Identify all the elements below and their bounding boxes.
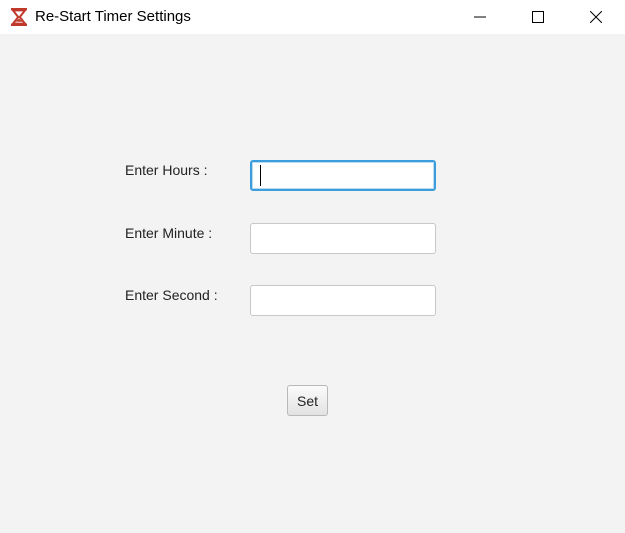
maximize-button[interactable] [509, 0, 567, 34]
close-icon [590, 11, 602, 23]
timer-settings-window: Re-Start Timer Settings Enter Hours : En… [0, 0, 625, 533]
minimize-button[interactable] [451, 0, 509, 34]
hourglass-icon [9, 7, 29, 27]
second-label: Enter Second : [125, 287, 218, 303]
text-caret [260, 165, 261, 186]
hours-label: Enter Hours : [125, 162, 208, 178]
minute-label: Enter Minute : [125, 225, 213, 241]
set-button[interactable]: Set [287, 385, 328, 416]
hours-input[interactable] [250, 160, 436, 191]
maximize-icon [532, 11, 544, 23]
minute-input[interactable] [250, 223, 436, 254]
minimize-icon [474, 11, 486, 23]
second-input[interactable] [250, 285, 436, 316]
close-button[interactable] [567, 0, 625, 34]
title-bar[interactable]: Re-Start Timer Settings [0, 0, 625, 34]
window-title: Re-Start Timer Settings [35, 8, 191, 25]
